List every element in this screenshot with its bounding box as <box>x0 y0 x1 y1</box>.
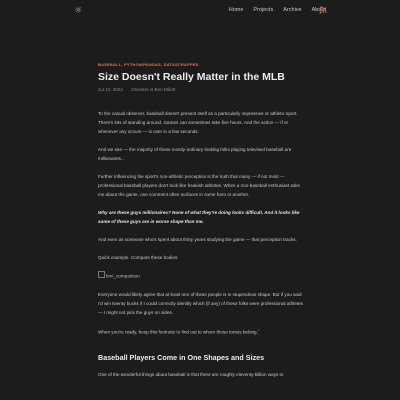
paragraph: To the casual observer, baseball doesn't… <box>98 111 298 134</box>
section-heading: Baseball Players Come in One Shapes and … <box>98 353 265 363</box>
rss-icon[interactable] <box>319 6 327 14</box>
nav-link-home[interactable]: Home <box>229 6 244 14</box>
main-nav: Home Projects Archive About <box>229 6 326 14</box>
paragraph: And we see — the majority of these mostl… <box>98 147 292 161</box>
sun-icon[interactable]: ☼ <box>73 6 83 16</box>
paragraph-text: When you're ready, boop this footnote to… <box>98 329 258 335</box>
tag-link[interactable]: BASEBALL <box>98 62 121 67</box>
top-navigation-bar: ☼ Home Projects Archive About <box>0 0 400 22</box>
pull-quote: Why are these guys millionaires? None of… <box>98 210 300 224</box>
tag-link[interactable]: DATASCRAPPED <box>161 62 199 67</box>
paragraph: Quick example. Compare these bodies: <box>98 255 179 260</box>
paragraph: Further influencing the sport's non-athl… <box>98 174 300 197</box>
nav-link-projects[interactable]: Projects <box>253 6 273 14</box>
broken-image: bmi_comparison <box>98 271 303 281</box>
paragraph: One of the wonderful things about baseba… <box>98 372 284 378</box>
post-title: Size Doesn't Really Matter in the MLB <box>98 71 285 83</box>
post-tags: BASEBALLPYTHON/PANDASDATASCRAPPED <box>98 62 303 67</box>
nav-link-archive[interactable]: Archive <box>283 6 301 14</box>
tag-link[interactable]: PYTHON/PANDAS <box>121 62 161 67</box>
paragraph: Everyone would likely agree that at leas… <box>98 291 303 315</box>
paragraph: And even as someone who's spent about th… <box>98 237 297 242</box>
post-meta: Jul 10, 2022 Otoseter is Ben Elliott <box>98 87 303 92</box>
post-date: Jul 10, 2022 <box>98 87 124 92</box>
blog-post: BASEBALLPYTHON/PANDASDATASCRAPPED Size D… <box>98 62 303 388</box>
image-alt-text: bmi_comparison <box>106 273 140 279</box>
post-byline: Otoseter is Ben Elliott <box>131 87 176 92</box>
post-body: To the casual observer, baseball doesn't… <box>98 109 303 379</box>
footnote-link[interactable]: 1 <box>258 328 260 332</box>
broken-image-icon <box>98 271 105 278</box>
paragraph: When you're ready, boop this footnote to… <box>98 326 303 337</box>
